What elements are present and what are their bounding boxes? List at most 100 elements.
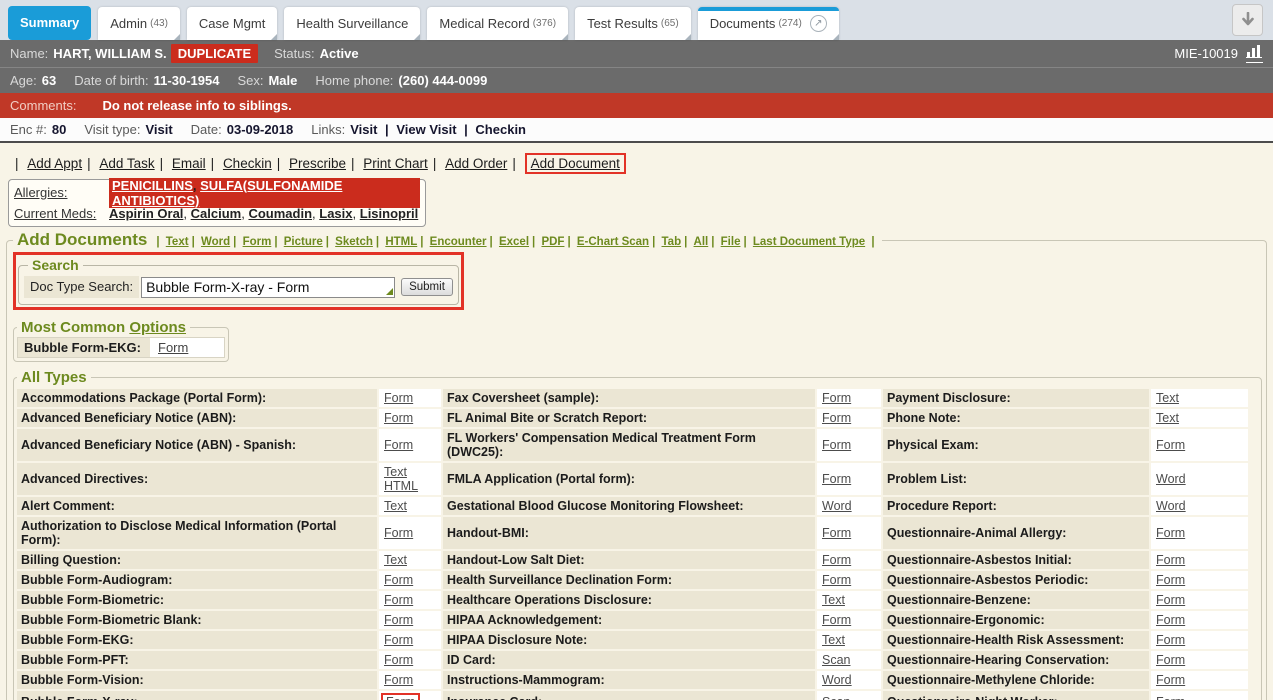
new-doc-picture-link[interactable]: Picture <box>284 236 323 248</box>
doc-type-link-form[interactable]: Form <box>822 553 851 567</box>
prescribe-link[interactable]: Prescribe <box>289 156 346 171</box>
doc-type-link-text[interactable]: Text <box>384 499 407 513</box>
doc-type-search-input[interactable] <box>141 277 395 298</box>
separator: | <box>512 156 519 171</box>
med-link-calcium[interactable]: Calcium <box>191 206 242 221</box>
email-link[interactable]: Email <box>172 156 206 171</box>
tab-medical-record[interactable]: Medical Record(376) <box>427 7 568 40</box>
doc-type-label: Bubble Form-EKG: <box>17 631 377 649</box>
doc-type-link-scan[interactable]: Scan <box>822 695 851 700</box>
med-link-coumadin[interactable]: Coumadin <box>248 206 312 221</box>
tab-admin[interactable]: Admin(43) <box>98 7 180 40</box>
new-doc-html-link[interactable]: HTML <box>385 236 417 248</box>
enc-link-view-visit[interactable]: View Visit <box>396 122 456 137</box>
new-doc-tab-link[interactable]: Tab <box>662 236 682 248</box>
doc-type-link-form[interactable]: Form <box>384 526 413 540</box>
new-doc-word-link[interactable]: Word <box>201 236 230 248</box>
new-doc-e-chart-scan-link[interactable]: E-Chart Scan <box>577 236 649 248</box>
doc-type-link-form[interactable]: Form <box>384 673 413 687</box>
new-doc-encounter-link[interactable]: Encounter <box>430 236 487 248</box>
doc-type-link-text[interactable]: Text <box>822 593 845 607</box>
doc-type-link-word[interactable]: Word <box>822 673 852 687</box>
doc-type-link-form[interactable]: Form <box>822 438 851 452</box>
doc-type-link-form[interactable]: Form <box>1156 438 1185 452</box>
checkin-link[interactable]: Checkin <box>223 156 272 171</box>
new-doc-last-document-type-link[interactable]: Last Document Type <box>753 236 865 248</box>
add-order-link[interactable]: Add Order <box>445 156 507 171</box>
doc-type-link-form[interactable]: Form <box>1156 653 1185 667</box>
submit-button[interactable]: Submit <box>401 278 453 296</box>
doc-type-link-form[interactable]: Form <box>822 573 851 587</box>
doc-type-link-form[interactable]: Form <box>384 391 413 405</box>
doc-type-link-form[interactable]: Form <box>1156 593 1185 607</box>
doc-type-link-form[interactable]: Form <box>384 613 413 627</box>
doc-type-link-form[interactable]: Form <box>384 438 413 452</box>
enc-link-visit[interactable]: Visit <box>350 122 377 137</box>
open-in-new-icon[interactable]: ↗ <box>810 15 827 32</box>
add-task-link[interactable]: Add Task <box>99 156 154 171</box>
doc-type-link-text[interactable]: Text <box>1156 391 1179 405</box>
doc-type-link-word[interactable]: Word <box>822 499 852 513</box>
print-chart-link[interactable]: Print Chart <box>363 156 428 171</box>
new-doc-form-link[interactable]: Form <box>243 236 272 248</box>
doc-type-link-cell: Form <box>379 611 441 629</box>
doc-type-link-form[interactable]: Form <box>822 391 851 405</box>
duplicate-badge[interactable]: DUPLICATE <box>171 44 258 63</box>
doc-type-link-form[interactable]: Form <box>384 633 413 647</box>
new-doc-all-link[interactable]: All <box>694 236 709 248</box>
current-meds-link[interactable]: Current Meds: <box>14 206 96 221</box>
most-common-form-link[interactable]: Form <box>158 340 188 355</box>
bar-chart-icon[interactable] <box>1246 44 1263 63</box>
doc-type-link-text[interactable]: Text <box>822 633 845 647</box>
tab-health-surveillance[interactable]: Health Surveillance <box>284 7 420 40</box>
doc-type-link-form[interactable]: Form <box>381 693 420 700</box>
enc-link-checkin[interactable]: Checkin <box>475 122 526 137</box>
doc-type-link-text[interactable]: Text <box>384 465 407 479</box>
tab-summary[interactable]: Summary <box>8 6 91 40</box>
doc-type-link-form[interactable]: Form <box>822 411 851 425</box>
doc-type-link-form[interactable]: Form <box>1156 553 1185 567</box>
new-doc-sketch-link[interactable]: Sketch <box>335 236 373 248</box>
med-link-lisinopril[interactable]: Lisinopril <box>360 206 419 221</box>
add-document-link[interactable]: Add Document <box>531 156 620 171</box>
doc-type-link-form[interactable]: Form <box>1156 673 1185 687</box>
allergy-value-link[interactable]: PENICILLINS <box>112 178 193 193</box>
doc-type-link-form[interactable]: Form <box>384 653 413 667</box>
doc-type-link-text[interactable]: Text <box>384 553 407 567</box>
doc-type-link-text[interactable]: Text <box>1156 411 1179 425</box>
enc-date-label: Date: <box>191 122 222 137</box>
tab-documents[interactable]: Documents(274)↗ <box>698 7 839 40</box>
doc-type-link-html[interactable]: HTML <box>384 479 418 493</box>
doc-type-link-word[interactable]: Word <box>1156 472 1186 486</box>
doc-type-link-word[interactable]: Word <box>1156 499 1186 513</box>
tab-test-results[interactable]: Test Results(65) <box>575 7 691 40</box>
med-link-lasix[interactable]: Lasix <box>319 206 352 221</box>
doc-type-link-form[interactable]: Form <box>384 573 413 587</box>
visit-type-label: Visit type: <box>84 122 140 137</box>
new-doc-excel-link[interactable]: Excel <box>499 236 529 248</box>
doc-type-link-form[interactable]: Form <box>1156 633 1185 647</box>
download-button[interactable] <box>1232 4 1263 36</box>
doc-type-link-form[interactable]: Form <box>1156 695 1185 700</box>
med-link-aspirin-oral[interactable]: Aspirin Oral <box>109 206 183 221</box>
options-link[interactable]: Options <box>129 319 186 336</box>
tab-label: Summary <box>20 15 79 30</box>
separator: | <box>326 236 332 248</box>
separator: | <box>192 236 198 248</box>
doc-type-link-form[interactable]: Form <box>384 593 413 607</box>
doc-type-link-form[interactable]: Form <box>1156 573 1185 587</box>
doc-type-link-form[interactable]: Form <box>1156 526 1185 540</box>
doc-type-link-scan[interactable]: Scan <box>822 653 851 667</box>
doc-type-link-form[interactable]: Form <box>822 472 851 486</box>
doc-type-link-form[interactable]: Form <box>822 613 851 627</box>
new-doc-pdf-link[interactable]: PDF <box>541 236 564 248</box>
doc-type-link-form[interactable]: Form <box>822 526 851 540</box>
new-doc-text-link[interactable]: Text <box>166 236 189 248</box>
doc-type-link-form[interactable]: Form <box>1156 613 1185 627</box>
allergies-link[interactable]: Allergies: <box>14 185 67 200</box>
add-appt-link[interactable]: Add Appt <box>27 156 82 171</box>
new-doc-file-link[interactable]: File <box>721 236 741 248</box>
doc-type-link-form[interactable]: Form <box>384 411 413 425</box>
tab-case-mgmt[interactable]: Case Mgmt <box>187 7 277 40</box>
separator: | <box>87 156 94 171</box>
